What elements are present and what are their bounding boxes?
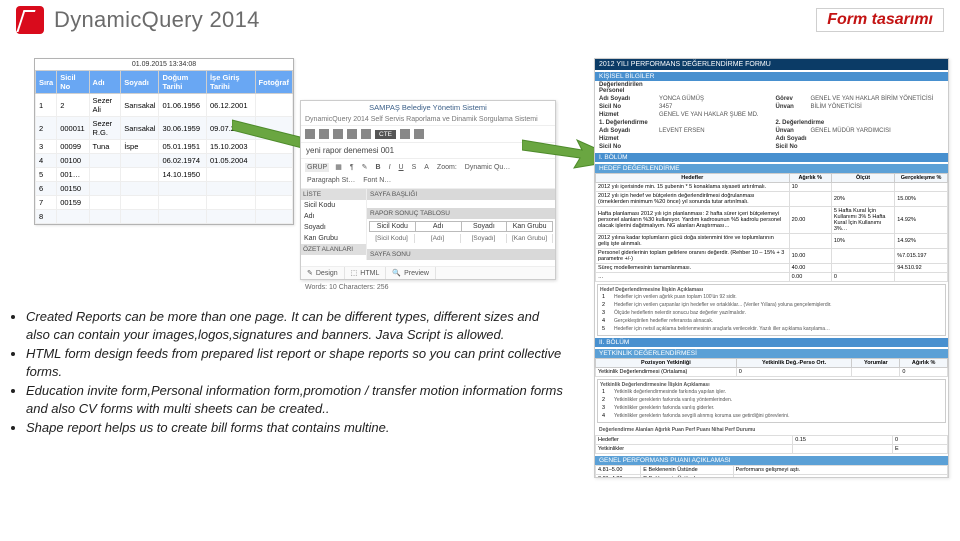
liste-header: LİSTE	[301, 189, 366, 200]
genel-bar: GENEL PERFORMANS PUANI AÇIKLAMASI	[595, 456, 948, 465]
hedef-bar: HEDEF DEĞERLENDİRME	[595, 164, 948, 173]
table-row: 2012 yılına kadar toplumların gücü doğa …	[596, 234, 948, 249]
yetkinlik-bar: YETKİNLİK DEĞERLENDİRMESİ	[595, 349, 948, 358]
applycss-select[interactable]: A	[422, 163, 431, 172]
table-row: 2012 yılı için hedef ve bütçelerin değer…	[596, 192, 948, 207]
band-body: RAPOR SONUÇ TABLOSU	[367, 208, 555, 219]
italic-button[interactable]: I	[387, 163, 393, 172]
page-header: DynamicQuery 2014 Form tasarımı	[0, 0, 960, 40]
system-title: SAMPAŞ Belediye Yönetim Sistemi	[301, 101, 555, 114]
bullet-4: Shape report helps us to create bill for…	[26, 419, 564, 437]
col-foto[interactable]: Fotoğraf	[255, 71, 292, 94]
col-dogum[interactable]: Doğum Tarihi	[159, 71, 207, 94]
band-footer: SAYFA SONU	[367, 249, 555, 260]
sound-icon[interactable]	[347, 129, 357, 139]
band-header: SAYFA BAŞLIĞI	[367, 189, 555, 200]
app-title: DynamicQuery 2014	[54, 7, 260, 33]
designer-tabs: ✎ Design ⬚ HTML 🔍 Preview	[301, 266, 555, 279]
field-soyadi[interactable]: Soyadı	[301, 222, 366, 233]
strike-button[interactable]: S	[410, 163, 419, 172]
page-subtitle: Form tasarımı	[816, 8, 944, 32]
sample-date: 01.09.2015 13:34:08	[35, 59, 293, 70]
datasource-select[interactable]: Dynamic Qu…	[463, 163, 513, 172]
tab-preview[interactable]: 🔍 Preview	[386, 267, 436, 279]
design-surface[interactable]: SAYFA BAŞLIĞI RAPOR SONUÇ TABLOSU Sicil …	[367, 189, 555, 260]
bolum1: I. BÖLÜM	[595, 153, 948, 162]
performance-form: 2012 YILI PERFORMANS DEĞERLENDİRME FORMU…	[594, 58, 949, 478]
report-name: yeni rapor denemesi 001	[301, 143, 555, 159]
breadcrumb: DynamicQuery 2014 Self Servis Raporlama …	[301, 114, 555, 126]
table-row: …0.000	[596, 273, 948, 282]
fields-pane: LİSTE Sicil Kodu Adı Soyadı Kan Grubu ÖZ…	[301, 189, 367, 260]
zoom-label: Zoom:	[435, 163, 459, 172]
col-sicil[interactable]: Sicil No	[57, 71, 89, 94]
col-soyadi[interactable]: Soyadı	[121, 71, 159, 94]
underline-button[interactable]: U	[397, 163, 406, 172]
tab-html[interactable]: ⬚ HTML	[345, 267, 387, 279]
table-row[interactable]: 700159	[36, 196, 293, 210]
layout-icon[interactable]	[319, 129, 329, 139]
cte-button[interactable]: CTE	[375, 130, 396, 139]
bullet-1: Created Reports can be more than one pag…	[26, 308, 564, 343]
rich-text-toolbar: GRUP ▦¶✎ B I U S A Zoom: Dynamic Qu… Par…	[301, 159, 555, 189]
report-designer-window: SAMPAŞ Belediye Yönetim Sistemi DynamicQ…	[300, 100, 556, 280]
ozet-header: ÖZET ALANLARI	[301, 244, 366, 255]
degform-header: Değerlendirme Alanları Ağırlık Puan Perf…	[595, 425, 948, 435]
arrow-icon[interactable]	[333, 129, 343, 139]
status-bar: Words: 10 Characters: 256	[305, 284, 389, 291]
table-row: Süreç modellemesinin tamamlanması.40.009…	[596, 264, 948, 273]
perf-kisisel: KİŞİSEL BİLGİLER	[595, 72, 948, 81]
bold-button[interactable]: B	[374, 163, 383, 172]
save-icon[interactable]	[305, 129, 315, 139]
paragraph-select[interactable]: Paragraph St…	[305, 176, 357, 185]
table-row[interactable]: 600150	[36, 182, 293, 196]
bolum2: II. BÖLÜM	[595, 338, 948, 347]
field-kan[interactable]: Kan Grubu	[301, 233, 366, 244]
app-logo	[16, 6, 44, 34]
tab-design[interactable]: ✎ Design	[301, 267, 345, 279]
perf-title: 2012 YILI PERFORMANS DEĞERLENDİRME FORMU	[595, 59, 948, 70]
col-adi[interactable]: Adı	[89, 71, 121, 94]
lock-icon[interactable]	[361, 129, 371, 139]
group-button[interactable]: GRUP	[305, 163, 329, 172]
table-row[interactable]: 8	[36, 210, 293, 224]
row-binding: [Sicil Kodu] [Adı] [Soyadı] [Kan Grubu]	[369, 234, 553, 243]
table-row: Hafta planlaması 2012 yılı için planlanm…	[596, 207, 948, 234]
font-select[interactable]: Font N…	[361, 176, 393, 185]
chart-icon[interactable]	[414, 129, 424, 139]
field-sicil[interactable]: Sicil Kodu	[301, 200, 366, 211]
designer-toolbar: CTE	[301, 126, 555, 143]
hedef-table: Hedefler Ağırlık % Ölçüt Gerçekleşme % 2…	[595, 173, 948, 282]
table-columns: Sicil Kodu Adı Soyadı Kan Grubu	[369, 221, 553, 232]
table-row: 2012 yılı içerisinde min. 15 şubenin * 5…	[596, 183, 948, 192]
table-row: Personel giderlerinin toplam gelirlere o…	[596, 249, 948, 264]
field-adi[interactable]: Adı	[301, 211, 366, 222]
yetkinlik-table: Pozisyon Yetkinliği Yetkinlik Değ.-Perso…	[595, 358, 948, 377]
camera-icon[interactable]	[400, 129, 410, 139]
bullet-3: Education invite form,Personal informati…	[26, 382, 564, 417]
info-bullets: Created Reports can be more than one pag…	[10, 308, 564, 439]
col-sira[interactable]: Sıra	[36, 71, 57, 94]
col-ise[interactable]: İşe Giriş Tarihi	[206, 71, 255, 94]
bullet-2: HTML form design feeds from prepared lis…	[26, 345, 564, 380]
